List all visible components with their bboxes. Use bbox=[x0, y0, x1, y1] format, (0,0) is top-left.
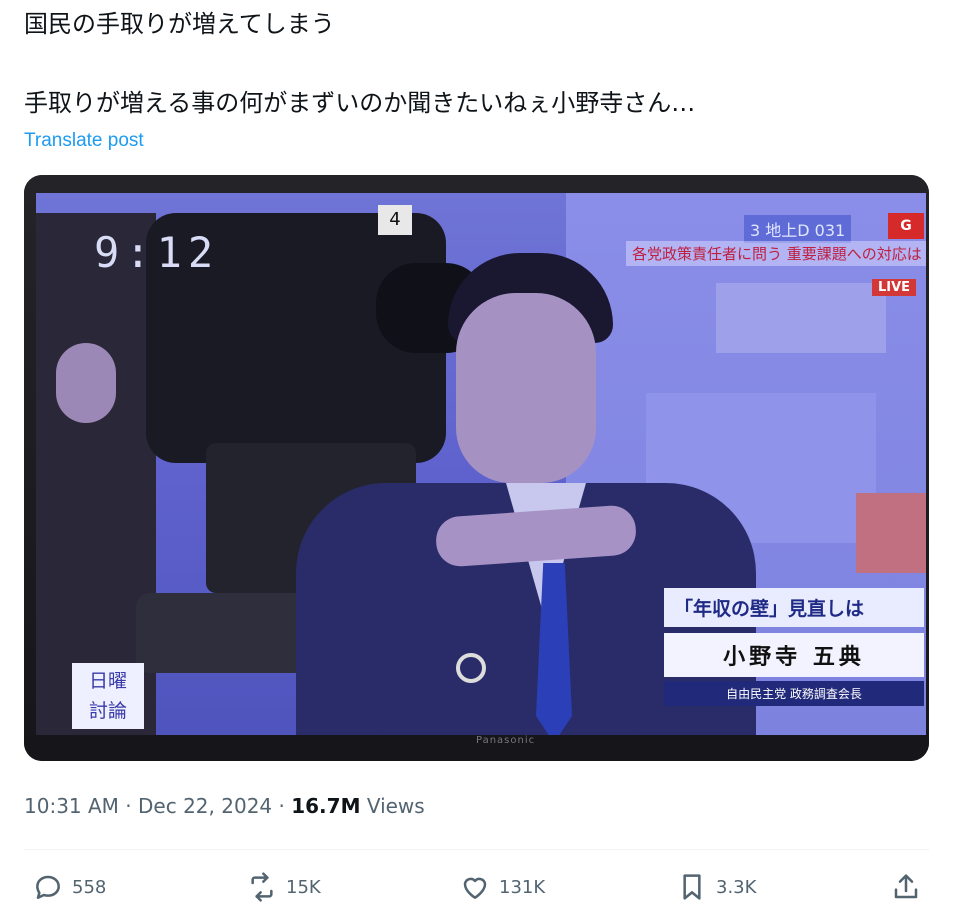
speaker-face bbox=[456, 293, 596, 483]
share-icon bbox=[894, 874, 918, 899]
like-button[interactable]: 131K bbox=[459, 864, 545, 910]
reply-count: 558 bbox=[72, 876, 107, 898]
meta-separator: · bbox=[278, 794, 292, 818]
post-date[interactable]: Dec 22, 2024 bbox=[138, 794, 272, 818]
lower-third-caption: 「年収の壁」見直しは 小野寺 五典 自由民主党 政務調査会長 bbox=[664, 588, 924, 706]
broadcaster-logo: G bbox=[888, 213, 924, 239]
post-time[interactable]: 10:31 AM bbox=[24, 794, 119, 818]
bookmark-count: 3.3K bbox=[716, 876, 757, 898]
repost-button[interactable]: 15K bbox=[246, 864, 321, 910]
camera-number-tag: 4 bbox=[378, 205, 412, 235]
channel-indicator: 3 地上D 031 bbox=[744, 215, 852, 243]
tv-brand-label: Panasonic bbox=[476, 735, 536, 746]
views-count: 16.7M bbox=[291, 794, 361, 818]
heart-icon bbox=[463, 877, 487, 899]
post-text-line-1: 国民の手取りが増えてしまう bbox=[24, 10, 335, 38]
studio-backdrop-accent bbox=[856, 493, 926, 573]
bookmark-button[interactable]: 3.3K bbox=[676, 864, 756, 910]
divider bbox=[24, 849, 929, 850]
operator-hand bbox=[56, 343, 116, 423]
bookmark-icon bbox=[683, 874, 701, 900]
meta-separator: · bbox=[125, 794, 139, 818]
reply-icon bbox=[36, 875, 60, 899]
reply-button[interactable]: 558 bbox=[32, 864, 106, 910]
studio-backdrop-light bbox=[716, 283, 886, 353]
show-logo-line-1: 日曜 bbox=[88, 670, 127, 692]
repost-icon bbox=[251, 872, 273, 902]
caption-title: 自由民主党 政務調査会長 bbox=[664, 681, 924, 706]
translate-post-link[interactable]: Translate post bbox=[24, 130, 144, 152]
post-text-line-2: 手取りが増える事の何がまずいのか聞きたいねぇ小野寺さん… bbox=[24, 89, 696, 117]
broadcast-clock: 9:12 bbox=[94, 228, 220, 277]
tv-screen: 9:12 4 3 地上D 031 G 各党政策責任者に問う 重要課題への対応は … bbox=[36, 193, 926, 735]
microphone-icon bbox=[456, 653, 486, 683]
show-logo-line-2: 討論 bbox=[88, 700, 127, 722]
caption-topic: 「年収の壁」見直しは bbox=[664, 588, 924, 627]
tweet-detail: 国民の手取りが増えてしまう 手取りが増える事の何がまずいのか聞きたいねぇ小野寺さ… bbox=[0, 0, 962, 920]
post-photo[interactable]: 9:12 4 3 地上D 031 G 各党政策責任者に問う 重要課題への対応は … bbox=[24, 175, 929, 761]
post-meta: 10:31 AM · Dec 22, 2024 · 16.7M Views bbox=[24, 794, 425, 818]
repost-count: 15K bbox=[286, 876, 321, 898]
show-logo: 日曜 討論 bbox=[72, 663, 144, 729]
like-count: 131K bbox=[499, 876, 546, 898]
caption-name: 小野寺 五典 bbox=[664, 633, 924, 677]
live-badge: LIVE bbox=[872, 279, 917, 296]
action-bar: 558 15K 131K 3.3K bbox=[24, 864, 929, 910]
share-button[interactable] bbox=[890, 864, 922, 910]
program-ticker: 各党政策責任者に問う 重要課題への対応は bbox=[626, 241, 926, 266]
views-label: Views bbox=[366, 794, 425, 818]
